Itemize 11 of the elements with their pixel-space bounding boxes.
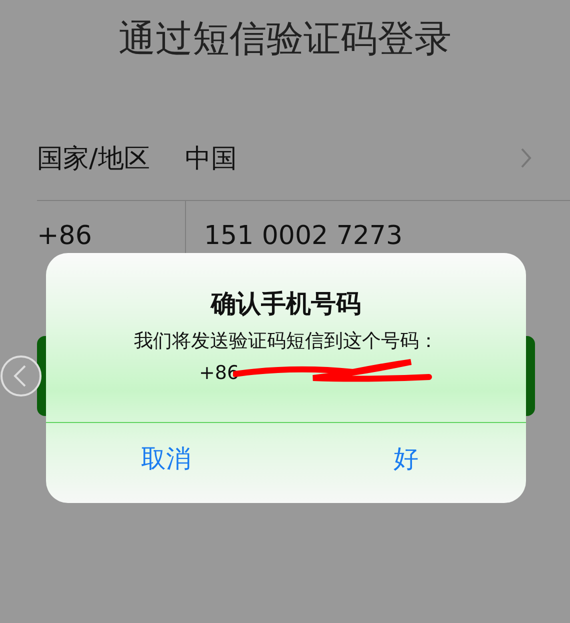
dialog-message: 我们将发送验证码短信到这个号码：	[134, 329, 438, 354]
field-label: 国家/地区	[37, 142, 151, 176]
dialog-title: 确认手机号码	[211, 288, 361, 320]
back-circle-icon[interactable]	[0, 355, 42, 397]
dialog-button[interactable]: 取消	[46, 423, 286, 503]
page-title: 通过短信验证码登录	[118, 16, 452, 62]
dialog-button[interactable]: 好	[286, 423, 526, 503]
chevron-right-icon	[519, 147, 533, 169]
country-code[interactable]: +86	[37, 221, 185, 251]
field-value[interactable]: 中国	[185, 140, 519, 176]
phone-input-field[interactable]: 151 0002 7273	[204, 221, 570, 251]
